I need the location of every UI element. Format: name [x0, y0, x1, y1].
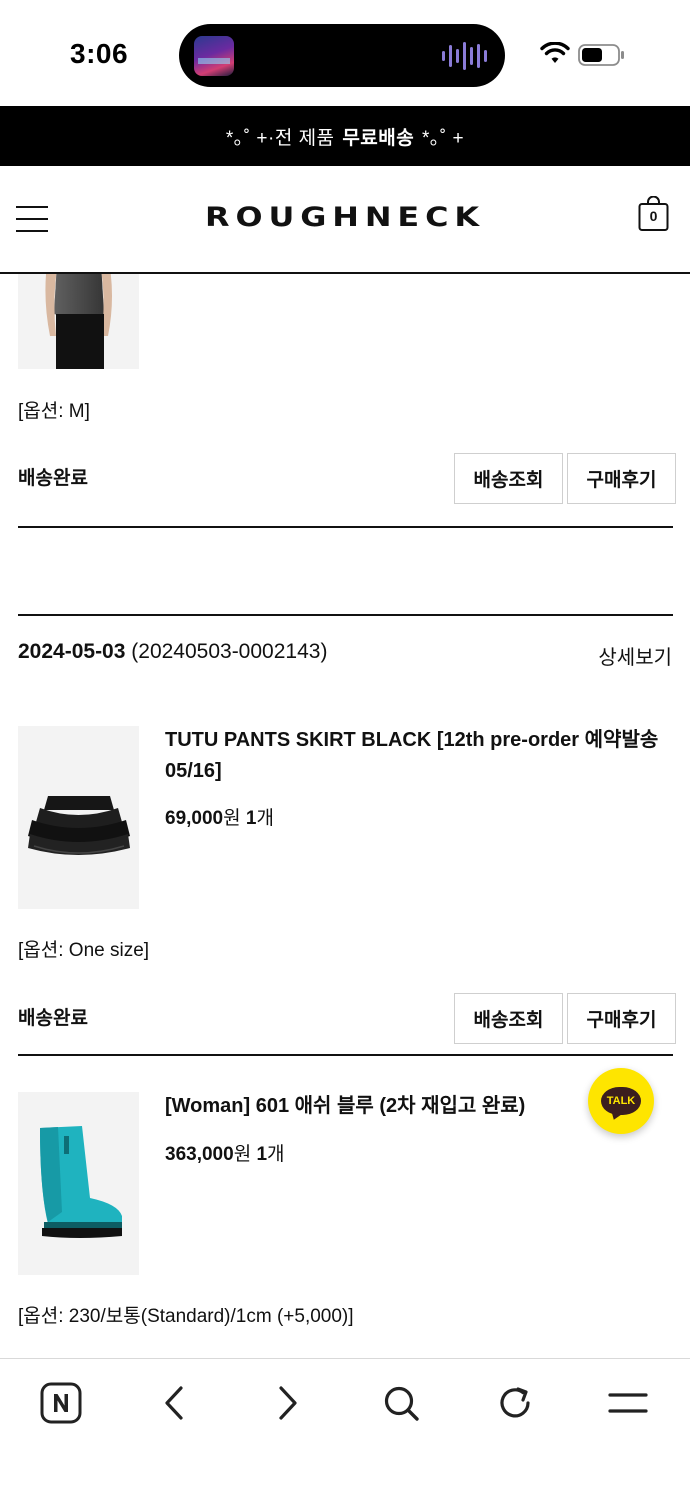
product-image-denim-top[interactable] — [18, 274, 139, 369]
kakao-talk-icon: TALK — [601, 1087, 641, 1115]
order-number: (20240503-0002143) — [131, 640, 328, 663]
order-item-option: [옵션: 230/보통(Standard)/1cm (+5,000)] — [18, 1306, 354, 1327]
order-date: 2024-05-03 — [18, 640, 126, 663]
dynamic-island[interactable] — [179, 24, 505, 87]
promo-highlight: 무료배송 — [342, 127, 415, 149]
quantity-unit: 개 — [267, 1144, 285, 1165]
quantity: 1 — [245, 808, 257, 829]
site-header: ROUGHNECK 0 — [0, 166, 690, 274]
track-delivery-button[interactable]: 배송조회 — [454, 993, 563, 1044]
battery-icon — [578, 44, 624, 66]
divider — [18, 614, 673, 616]
browser-toolbar — [0, 1358, 690, 1500]
naver-home-icon[interactable] — [39, 1381, 83, 1425]
back-arrow-icon[interactable] — [152, 1381, 196, 1425]
promo-banner[interactable]: *｡˚ +·전 제품 무료배송 *｡˚ + — [0, 106, 690, 166]
order-detail-link[interactable]: 상세보기 — [598, 641, 672, 670]
forward-arrow-icon[interactable] — [266, 1381, 310, 1425]
status-bar: 3:06 — [0, 0, 690, 106]
order-item-option: [옵션: One size] — [18, 940, 150, 961]
promo-prefix: *｡˚ +·전 제품 — [225, 127, 341, 149]
quantity: 1 — [256, 1144, 268, 1165]
write-review-button[interactable]: 구매후기 — [567, 993, 676, 1044]
status-time: 3:06 — [70, 38, 129, 69]
write-review-button[interactable]: 구매후기 — [567, 453, 676, 504]
order-header: 2024-05-03 (20240503-0002143) — [18, 640, 327, 664]
order-item-option: [옵션: M] — [18, 401, 90, 422]
now-playing-artwork-icon — [194, 36, 234, 76]
delivery-status: 배송완료 — [18, 1008, 88, 1029]
menu-lines-icon[interactable] — [606, 1381, 650, 1425]
delivery-status: 배송완료 — [18, 468, 88, 489]
cart-icon[interactable]: 0 — [638, 196, 669, 232]
divider — [18, 526, 673, 528]
price-unit: 원 — [223, 808, 241, 829]
cart-count: 0 — [649, 208, 658, 224]
audio-waveform-icon — [442, 42, 487, 70]
product-image-boots[interactable] — [18, 1092, 139, 1275]
price-amount: 363,000 — [165, 1144, 234, 1165]
quantity-unit: 개 — [256, 808, 274, 829]
order-list: [옵션: M] 배송완료 배송조회 구매후기 2024-05-03 (20240… — [0, 274, 690, 1358]
search-icon[interactable] — [379, 1381, 423, 1425]
price-unit: 원 — [233, 1144, 252, 1165]
product-price: 69,000원 1개 — [165, 803, 274, 830]
promo-suffix: *｡˚ + — [416, 127, 465, 149]
refresh-icon[interactable] — [493, 1381, 537, 1425]
wifi-icon — [540, 42, 570, 63]
price-amount: 69,000 — [165, 808, 224, 829]
kakao-talk-button[interactable]: TALK — [588, 1068, 654, 1134]
divider — [18, 1054, 673, 1056]
brand-logo[interactable]: ROUGHNECK — [0, 202, 690, 233]
kakao-talk-label: TALK — [606, 1095, 636, 1107]
product-name[interactable]: TUTU PANTS SKIRT BLACK [12th pre-order 예… — [165, 725, 670, 787]
track-delivery-button[interactable]: 배송조회 — [454, 453, 563, 504]
product-price: 363,000원 1개 — [165, 1139, 285, 1166]
product-image-tutu-skirt[interactable] — [18, 726, 139, 909]
